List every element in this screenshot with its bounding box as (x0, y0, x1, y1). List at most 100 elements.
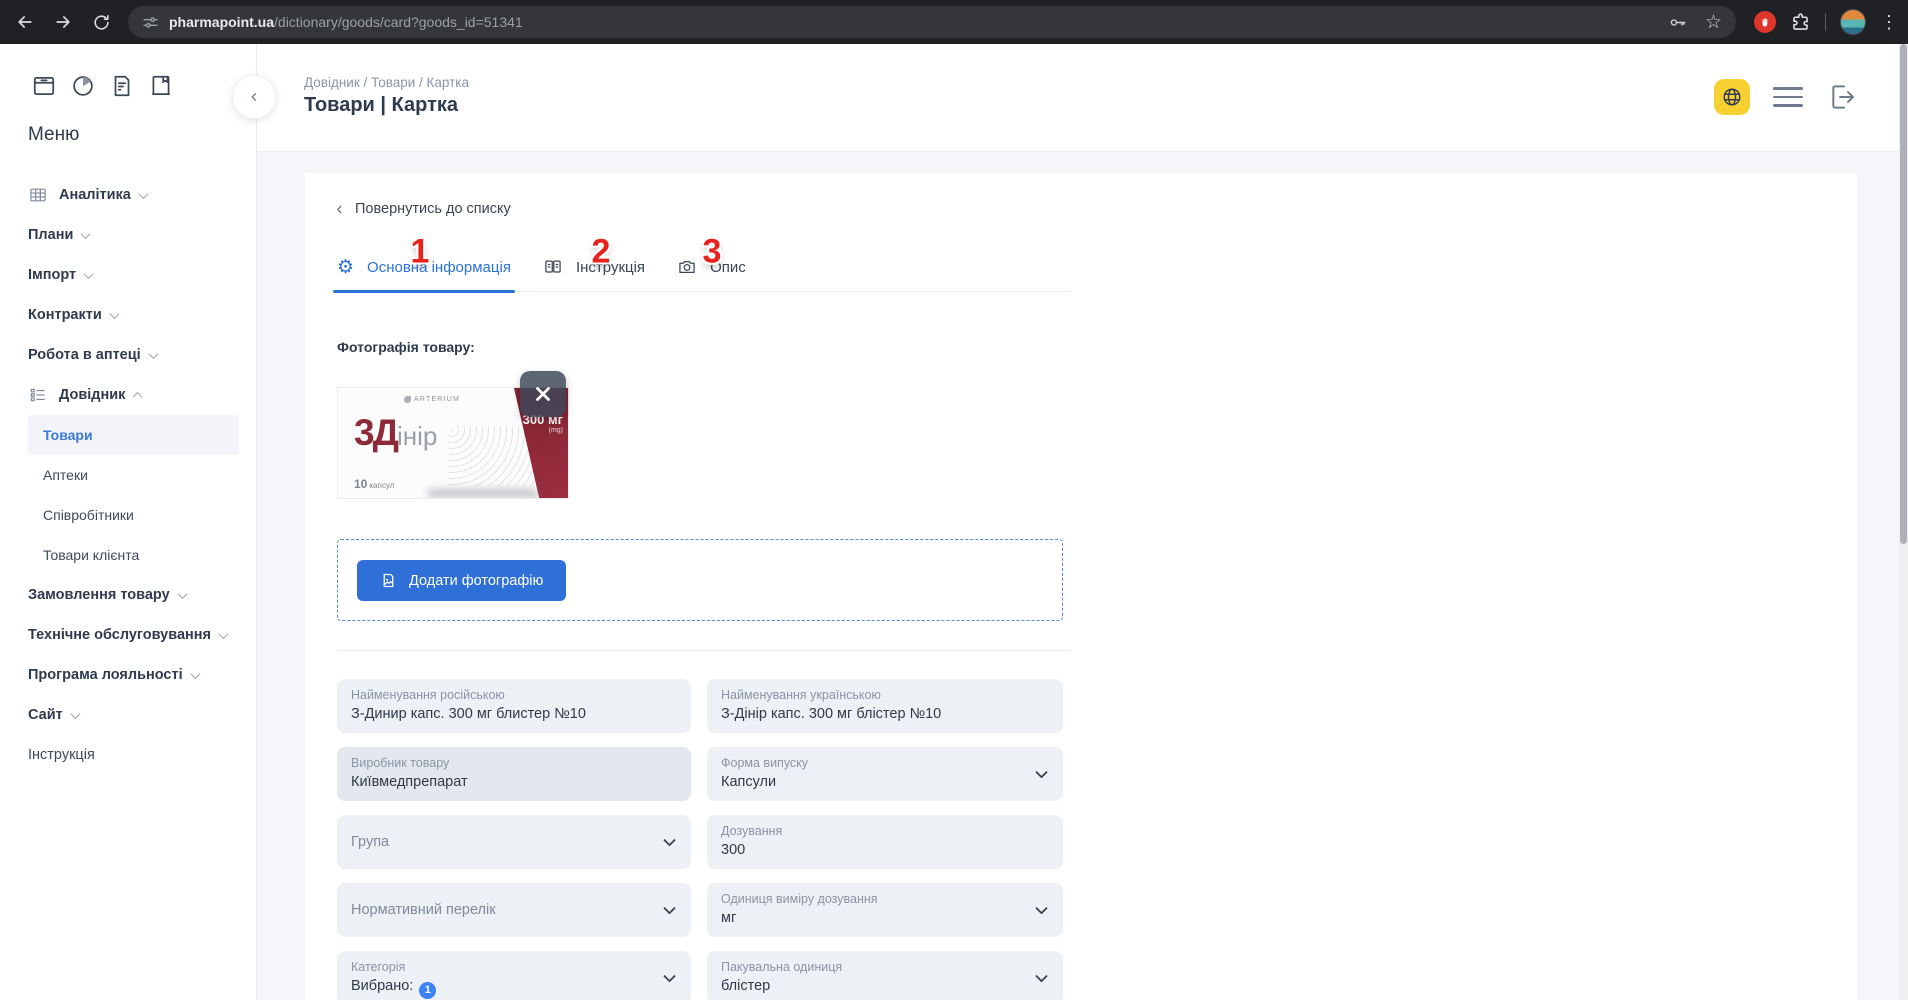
hand-icon (1760, 17, 1771, 28)
url-text: pharmapoint.ua/dictionary/goods/card?goo… (169, 14, 523, 30)
chevron-down-icon (219, 629, 229, 639)
browser-back-button[interactable] (8, 5, 42, 39)
document-icon[interactable] (109, 73, 135, 99)
category-select[interactable]: Категорія Вибрано:1 (337, 951, 691, 1000)
pie-chart-icon[interactable] (70, 73, 96, 99)
sidebar-collapse-button[interactable] (232, 75, 276, 119)
field-value: Вибрано:1 (351, 978, 653, 999)
sidebar-item-pharmacy-work[interactable]: Робота в аптеці (0, 335, 256, 375)
back-to-list-link[interactable]: Повернутись до списку (334, 201, 511, 217)
reload-icon (92, 13, 111, 32)
arrow-right-icon (53, 12, 73, 32)
chevron-down-icon (138, 189, 148, 199)
adblock-extension-icon[interactable] (1754, 11, 1776, 33)
leaf-logo-icon (404, 396, 411, 403)
list-icon (28, 385, 49, 406)
annotation-number-2: 2 (592, 233, 611, 272)
browser-forward-button[interactable] (46, 5, 80, 39)
sidebar-subitem-pharmacies[interactable]: Аптеки (0, 455, 256, 495)
chevron-left-icon (247, 90, 261, 104)
menu-title: Меню (28, 124, 79, 146)
sidebar-subitem-client-goods[interactable]: Товари клієнта (0, 535, 256, 575)
sidebar-subitem-label: Товари клієнта (43, 547, 139, 563)
sidebar-item-label: Аналітика (59, 187, 131, 203)
manufacturer-field[interactable]: Виробник товару Київмедпрепарат (337, 747, 691, 801)
sidebar-item-loyalty[interactable]: Програма лояльності (0, 655, 256, 695)
logout-icon (1826, 81, 1858, 113)
annotation-number-3: 3 (703, 233, 722, 272)
goods-form: Найменування російською З-Динир капс. 30… (337, 679, 1063, 1000)
sidebar-subitem-employees[interactable]: Співробітники (0, 495, 256, 535)
sidebar-item-plans[interactable]: Плани (0, 215, 256, 255)
grid-icon (28, 185, 49, 206)
name-ua-field[interactable]: Найменування українською З-Дінір капс. 3… (707, 679, 1063, 733)
browser-menu-icon[interactable]: ⋮ (1880, 13, 1898, 31)
add-photo-button[interactable]: Додати фотографію (357, 560, 566, 601)
chevron-up-icon (133, 391, 143, 401)
sidebar-item-label: Програма лояльності (28, 667, 183, 683)
hamburger-menu-icon[interactable] (1773, 87, 1803, 107)
sidebar-item-label: Імпорт (28, 267, 76, 283)
name-ru-field[interactable]: Найменування російською З-Динир капс. 30… (337, 679, 691, 733)
photo-texture (448, 426, 538, 486)
sidebar-item-label: Робота в аптеці (28, 347, 141, 363)
browser-reload-button[interactable] (84, 5, 118, 39)
sidebar-subitem-goods[interactable]: Товари (28, 415, 239, 455)
field-value: З-Динир капс. 300 мг блистер №10 (351, 706, 653, 722)
address-bar[interactable]: pharmapoint.ua/dictionary/goods/card?goo… (128, 6, 1736, 38)
breadcrumb: Довідник / Товари / Картка (304, 75, 469, 90)
chevron-down-icon (1035, 970, 1048, 983)
close-icon (532, 383, 554, 405)
bookmark-star-icon[interactable]: ☆ (1705, 13, 1722, 32)
chevron-left-icon (334, 204, 345, 215)
sidebar-item-label: Замовлення товару (28, 587, 170, 603)
field-label: Одиниця виміру дозування (721, 892, 1025, 906)
sidebar-item-label: Плани (28, 227, 73, 243)
sidebar-item-analytics[interactable]: Аналітика (0, 175, 256, 215)
sidebar-item-dictionary[interactable]: Довідник (0, 375, 256, 415)
chevron-down-icon (190, 669, 200, 679)
field-value: Київмедпрепарат (351, 774, 653, 790)
sidebar-item-site[interactable]: Сайт (0, 695, 256, 735)
selected-count-badge[interactable]: 1 (419, 982, 436, 999)
sidebar-item-contracts[interactable]: Контракти (0, 295, 256, 335)
pack-unit-select[interactable]: Пакувальна одиниця блістер (707, 951, 1063, 1000)
sidebar: Меню Аналітика Плани Імпорт Контракти Ро… (0, 44, 257, 1000)
book-icon[interactable] (148, 73, 174, 99)
group-select[interactable]: Група (337, 815, 691, 869)
extensions-puzzle-icon[interactable] (1790, 12, 1811, 33)
field-value: блістер (721, 978, 1025, 994)
chevron-down-icon (148, 349, 158, 359)
language-button[interactable] (1714, 79, 1750, 115)
chevron-down-icon (177, 589, 187, 599)
field-label: Дозування (721, 824, 1025, 838)
field-label: Категорія (351, 960, 653, 974)
add-photo-label: Додати фотографію (409, 573, 543, 589)
browser-chrome: pharmapoint.ua/dictionary/goods/card?goo… (0, 0, 1908, 44)
field-placeholder: Група (351, 834, 389, 850)
logout-button[interactable] (1826, 81, 1858, 113)
scrollbar-thumb[interactable] (1900, 44, 1907, 544)
url-path: /dictionary/goods/card?goods_id=51341 (274, 14, 523, 30)
photo-upload-dropzone[interactable]: Додати фотографію (337, 539, 1063, 621)
globe-icon (1721, 86, 1743, 108)
sidebar-item-maintenance[interactable]: Технічне обслуговування (0, 615, 256, 655)
release-form-select[interactable]: Форма випуску Капсули (707, 747, 1063, 801)
sidebar-item-goods-order[interactable]: Замовлення товару (0, 575, 256, 615)
chevron-down-icon (663, 970, 676, 983)
normative-list-select[interactable]: Нормативний перелік (337, 883, 691, 937)
password-key-icon[interactable] (1668, 13, 1687, 32)
field-label: Найменування російською (351, 688, 653, 702)
archive-box-icon[interactable] (31, 73, 57, 99)
chevron-down-icon (1035, 766, 1048, 779)
dosage-unit-select[interactable]: Одиниця виміру дозування мг (707, 883, 1063, 937)
sidebar-item-import[interactable]: Імпорт (0, 255, 256, 295)
sidebar-item-instruction[interactable]: Інструкція (0, 735, 256, 775)
chevron-down-icon (663, 902, 676, 915)
dosage-field[interactable]: Дозування 300 (707, 815, 1063, 869)
chevron-down-icon (81, 229, 91, 239)
field-value: З-Дінір капс. 300 мг блістер №10 (721, 706, 1025, 722)
remove-photo-button[interactable] (520, 371, 566, 417)
profile-avatar[interactable] (1840, 9, 1866, 35)
page-scrollbar[interactable] (1899, 44, 1908, 1000)
